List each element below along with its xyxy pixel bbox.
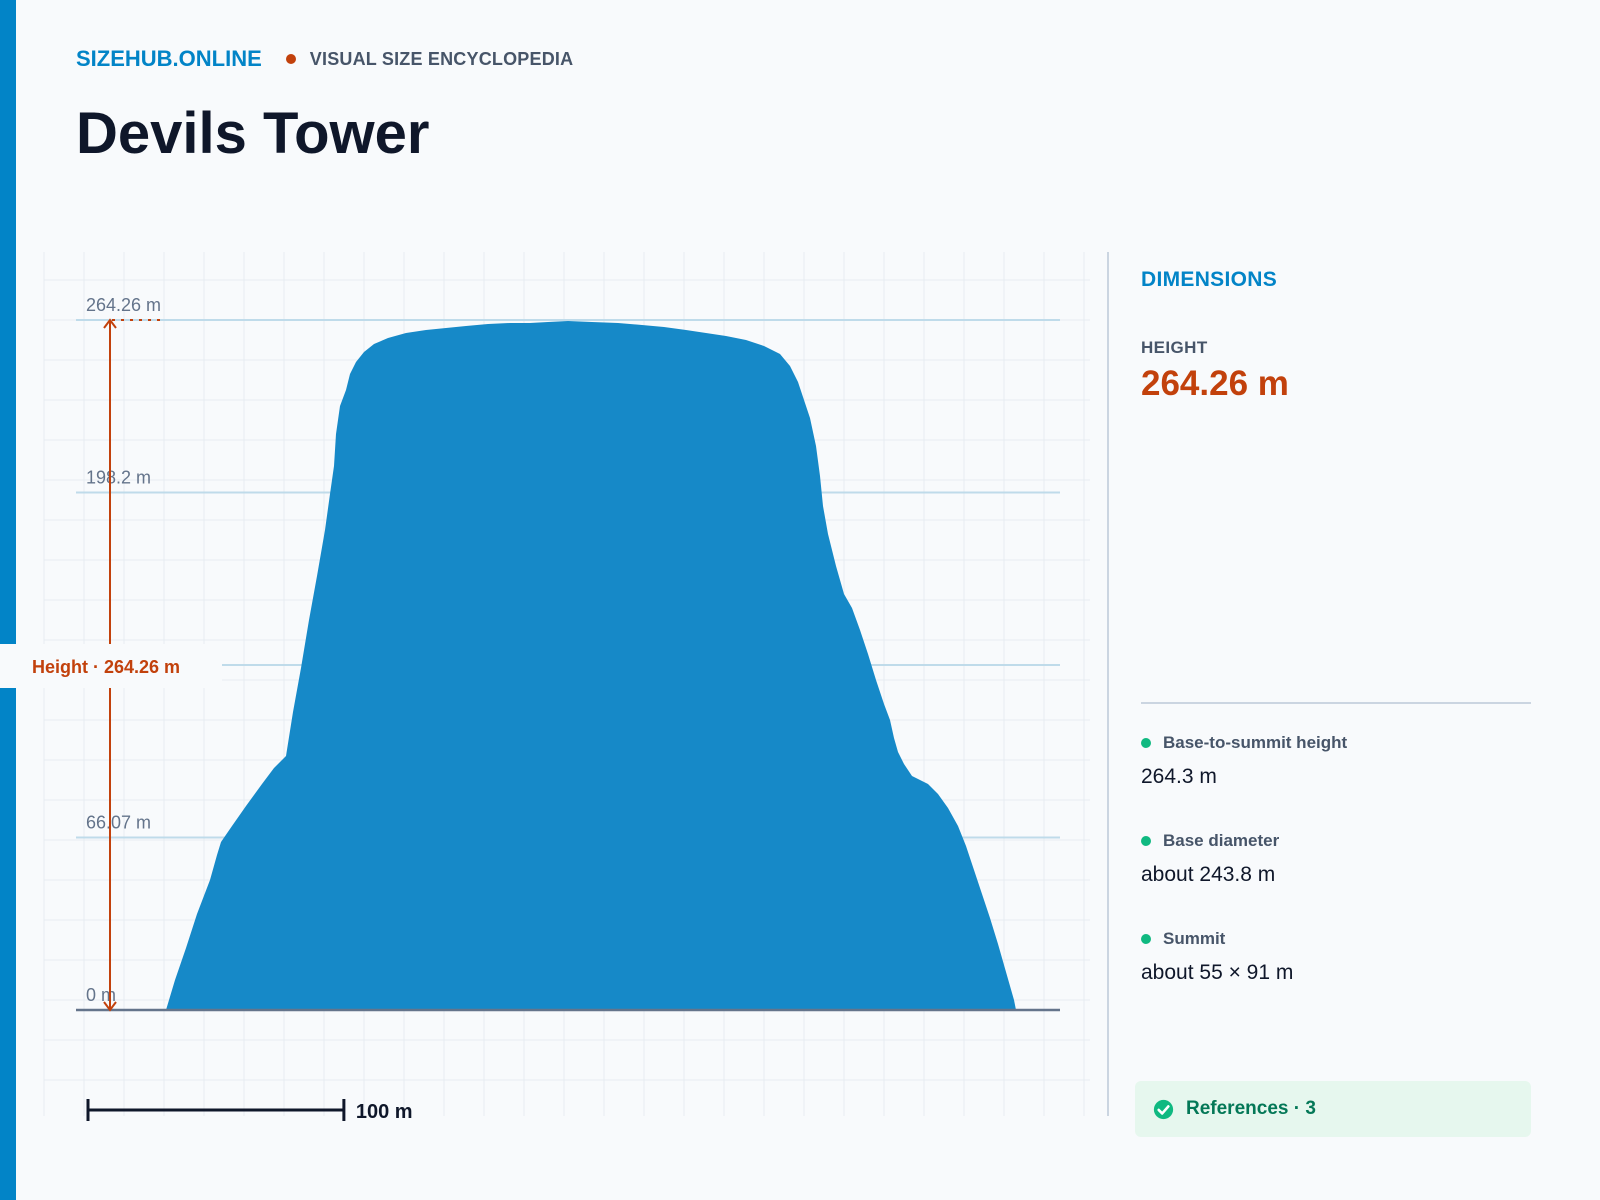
panel-rule [1141,702,1531,704]
fact-dot-icon [1141,934,1151,944]
fact-label: Base-to-summit height [1163,733,1348,752]
fact-summit: Summit about 55 × 91 m [1141,929,1293,985]
tick-label: 198.2 m [86,467,151,487]
fact-value: 264.3 m [1141,765,1217,788]
fact-label: Summit [1163,929,1226,948]
fact-dot-icon [1141,738,1151,748]
height-label: HEIGHT [1141,338,1208,357]
tick-label: 66.07 m [86,812,151,832]
references-label: References · 3 [1186,1098,1316,1119]
size-diagram: 0 m 66.07 m 198.2 m 264.26 m Height · 264.2… [0,252,1090,1123]
tick-label: 0 m [86,985,116,1005]
fact-base-diameter: Base diameter about 243.8 m [1141,831,1279,887]
fact-value: about 55 × 91 m [1141,961,1294,984]
height-callout: Height · 264.26 m [32,657,180,677]
fact-label: Base diameter [1163,831,1280,850]
panel-divider [1107,252,1109,1116]
references-button[interactable]: References · 3 [1135,1081,1531,1137]
fact-base-to-summit: Base-to-summit height 264.3 m [1141,733,1347,789]
fact-dot-icon [1141,836,1151,846]
check-circle-icon [1153,1099,1174,1119]
scale-bar: 100 m [86,1099,413,1123]
dimensions-heading: DIMENSIONS [1141,268,1278,291]
tick-label: 264.26 m [86,295,161,315]
scale-bar-label: 100 m [356,1101,413,1123]
fact-value: about 243.8 m [1141,863,1276,886]
height-value: 264.26 m [1141,364,1289,403]
